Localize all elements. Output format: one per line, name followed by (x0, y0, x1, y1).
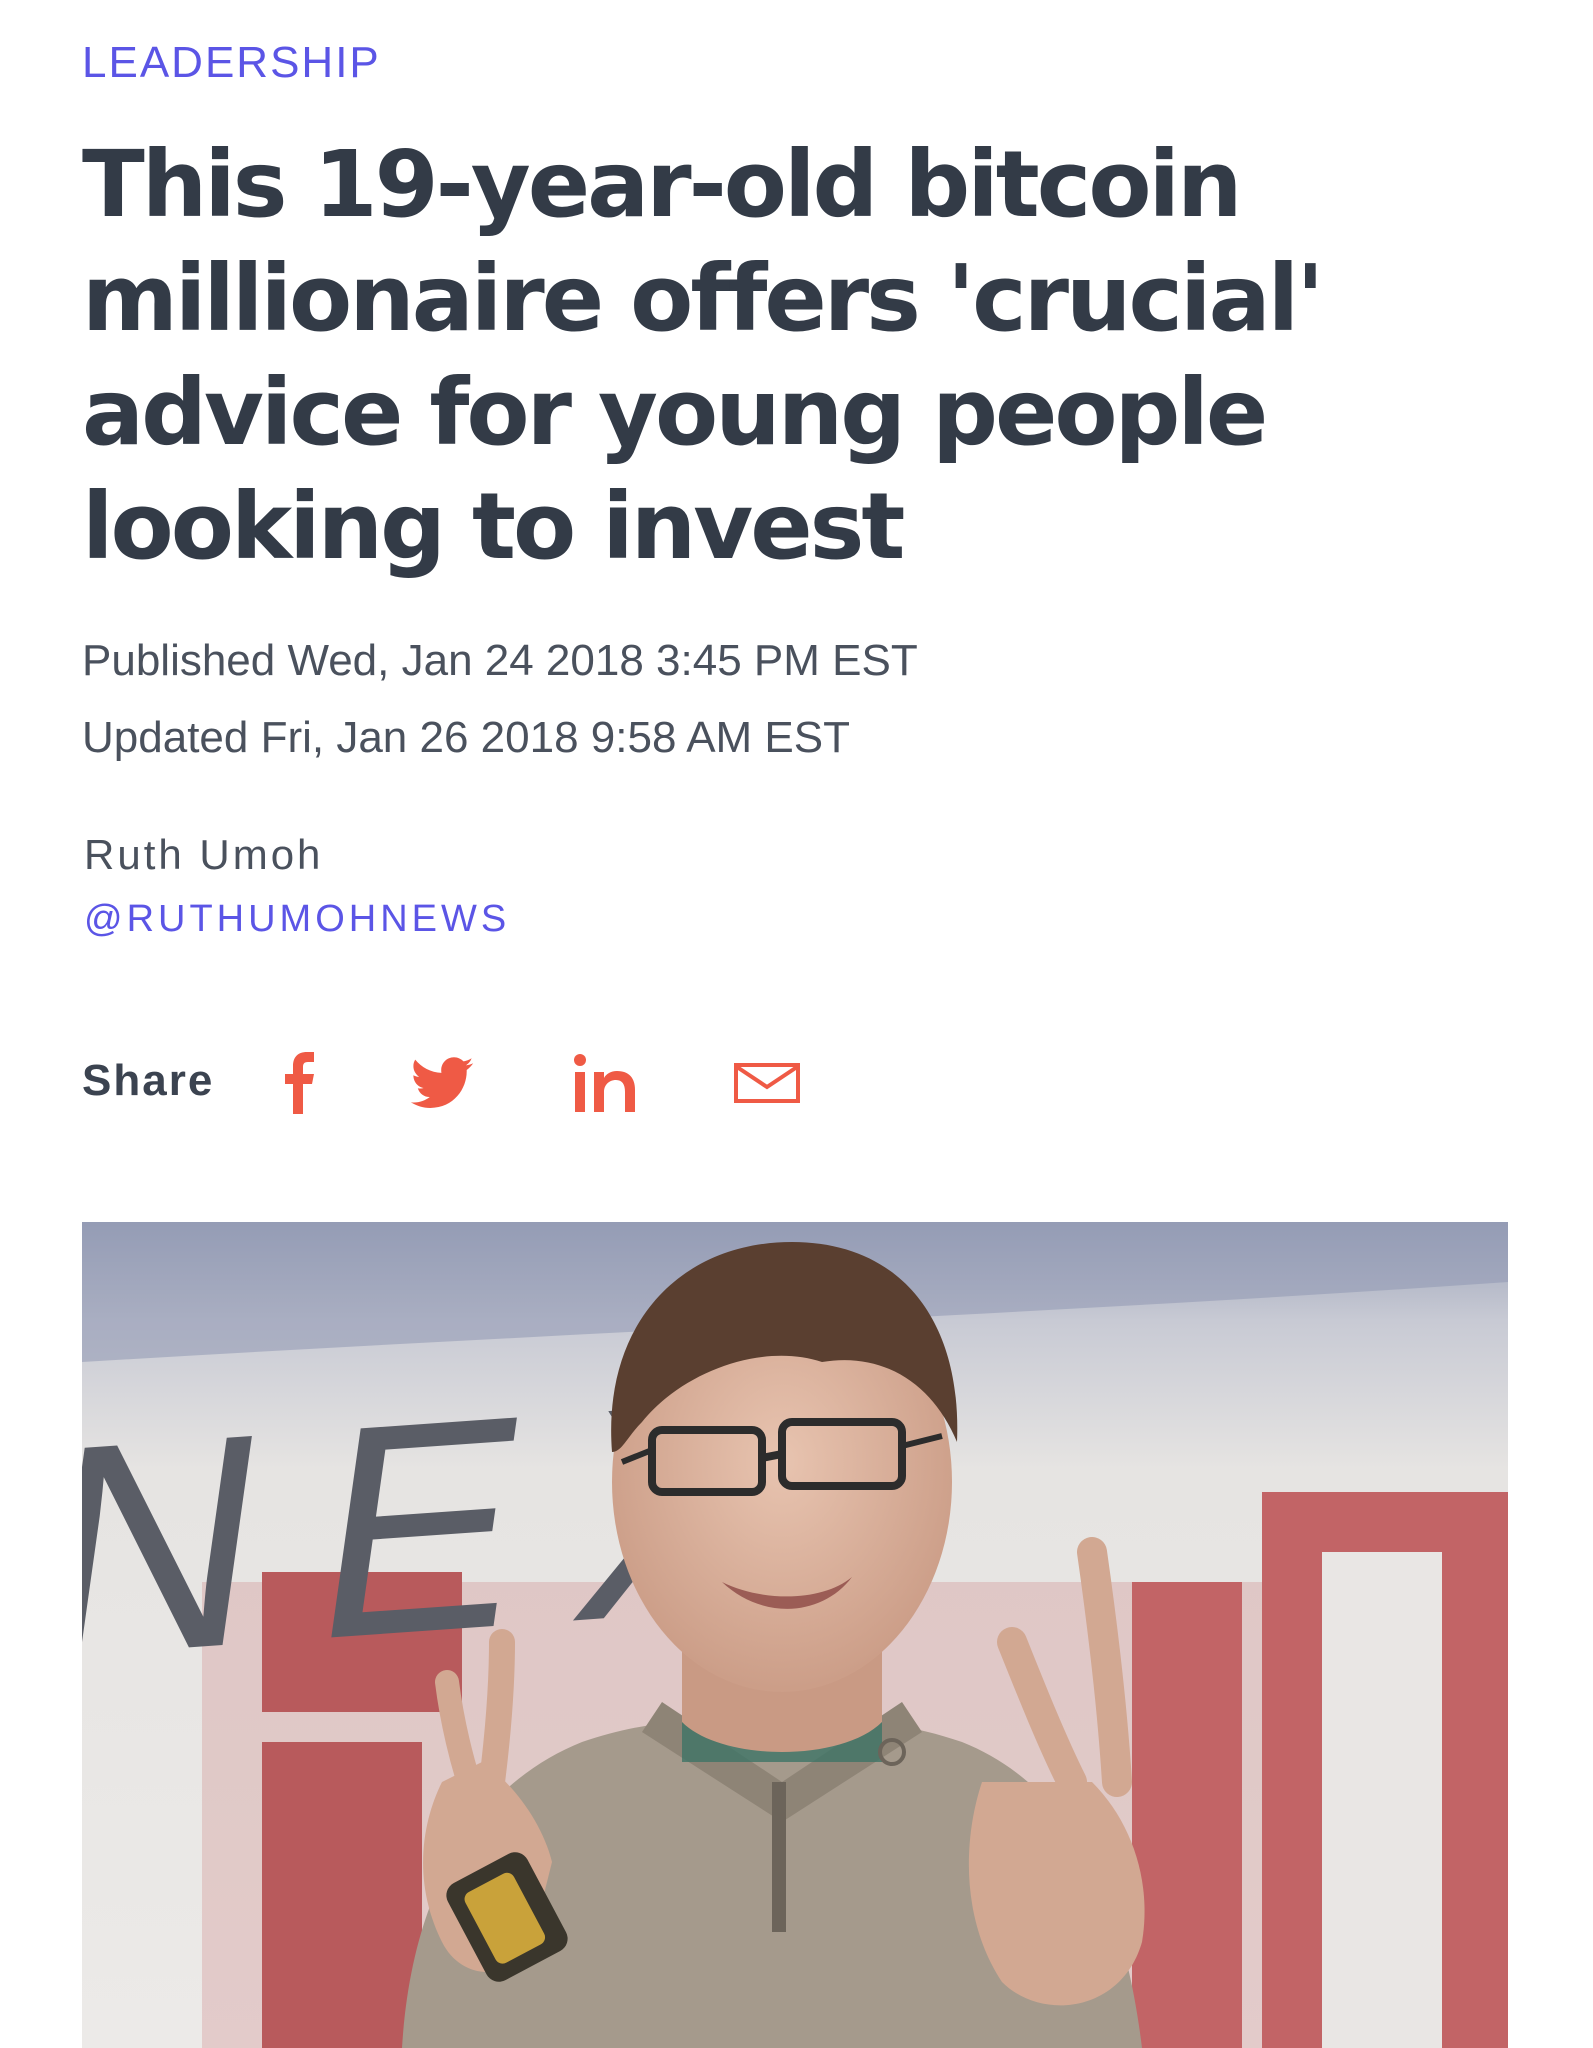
hero-photo: NEX (82, 1222, 1508, 2048)
share-bar: Share (82, 1048, 882, 1118)
linkedin-icon (574, 1054, 635, 1112)
share-facebook-button[interactable] (274, 1048, 324, 1118)
share-label: Share (82, 1056, 215, 1105)
facebook-icon (285, 1052, 314, 1114)
author-name[interactable]: Ruth Umoh (84, 830, 323, 880)
mail-icon (734, 1063, 800, 1103)
article: LEADERSHIP This 19-year-old bitcoin mill… (0, 0, 1593, 2048)
updated-date: Updated Fri, Jan 26 2018 9:58 AM EST (82, 713, 851, 762)
share-email-button[interactable] (722, 1048, 812, 1118)
hero-image: NEX (82, 1222, 1508, 2048)
share-twitter-button[interactable] (402, 1048, 482, 1118)
section-label[interactable]: LEADERSHIP (82, 38, 381, 88)
published-date: Published Wed, Jan 24 2018 3:45 PM EST (82, 636, 918, 685)
share-linkedin-button[interactable] (560, 1048, 650, 1118)
twitter-icon (410, 1057, 474, 1108)
headline: This 19-year-old bitcoin millionaire off… (82, 131, 1324, 580)
author-handle[interactable]: @RUTHUMOHNEWS (84, 896, 510, 942)
